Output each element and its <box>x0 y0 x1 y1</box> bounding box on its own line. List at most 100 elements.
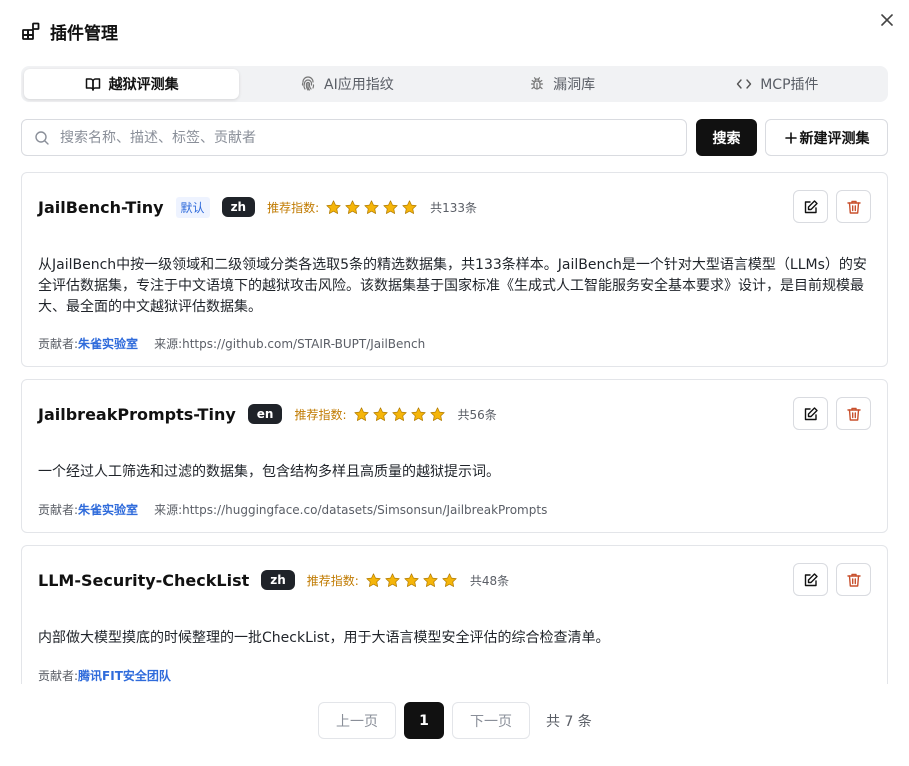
pagination: 上一页 1 下一页 共 7 条 <box>318 702 592 739</box>
default-badge: 默认 <box>175 196 210 218</box>
bug-icon <box>531 77 544 90</box>
fingerprint-icon <box>301 76 315 91</box>
star-icon <box>442 572 457 587</box>
tab-mcp-plugins[interactable]: MCP插件 <box>670 69 885 99</box>
contributor: 贡献者:腾讯FIT安全团队 <box>38 667 171 684</box>
dataset-card: JailbreakPrompts-Tiny en 推荐指数: 共56条 一个经过… <box>21 379 888 533</box>
code-icon <box>737 79 752 89</box>
search-input[interactable] <box>60 120 686 155</box>
contributor-label: 贡献者: <box>38 669 79 683</box>
rating: 推荐指数: <box>294 406 445 423</box>
language-badge: zh <box>261 570 295 590</box>
item-count: 共133条 <box>430 200 478 215</box>
new-dataset-label: 新建评测集 <box>799 130 870 147</box>
star-icon <box>404 572 419 587</box>
plugin-icon <box>22 22 40 40</box>
star-icon <box>353 406 369 421</box>
card-meta: 贡献者:朱雀实验室 来源:https://github.com/STAIR-BU… <box>38 335 425 352</box>
star-rating <box>325 199 418 216</box>
source-url: https://huggingface.co/datasets/Simsonsu… <box>182 503 548 517</box>
card-header: LLM-Security-CheckList zh 推荐指数: 共48条 <box>38 568 509 592</box>
language-badge: zh <box>221 197 256 217</box>
total-count: 共 7 条 <box>546 713 592 730</box>
tab-label: MCP插件 <box>760 77 819 93</box>
dataset-card: LLM-Security-CheckList zh 推荐指数: 共48条 内部做… <box>21 545 888 684</box>
edit-button[interactable] <box>793 190 828 223</box>
dataset-description: 一个经过人工筛选和过滤的数据集，包含结构多样且高质量的越狱提示词。 <box>38 464 500 480</box>
dataset-name: JailBench-Tiny <box>38 197 164 217</box>
rating: 推荐指数: <box>307 572 458 589</box>
delete-button[interactable] <box>836 563 871 596</box>
card-header: JailBench-Tiny 默认 zh 推荐指数: 共133条 <box>38 195 477 219</box>
star-rating <box>365 572 458 589</box>
dataset-name: LLM-Security-CheckList <box>38 570 250 590</box>
tab-label: 漏洞库 <box>553 77 596 93</box>
dataset-name: JailbreakPrompts-Tiny <box>38 404 236 424</box>
star-rating <box>353 406 446 423</box>
dataset-list: JailBench-Tiny 默认 zh 推荐指数: 共133条 从JailBe… <box>21 172 888 684</box>
card-header: JailbreakPrompts-Tiny en 推荐指数: 共56条 <box>38 402 497 426</box>
star-icon <box>326 199 341 214</box>
card-meta: 贡献者:朱雀实验室 来源:https://huggingface.co/data… <box>38 501 547 518</box>
prev-page-button[interactable]: 上一页 <box>318 702 396 739</box>
contributor: 贡献者:朱雀实验室 <box>38 501 138 518</box>
contributor-link[interactable]: 朱雀实验室 <box>78 337 138 351</box>
edit-button[interactable] <box>793 563 828 596</box>
trash-icon <box>846 407 861 421</box>
delete-button[interactable] <box>836 190 871 223</box>
contributor-link[interactable]: 腾讯FIT安全团队 <box>78 669 171 683</box>
dataset-card: JailBench-Tiny 默认 zh 推荐指数: 共133条 从JailBe… <box>21 172 888 367</box>
star-icon <box>391 406 407 421</box>
contributor: 贡献者:朱雀实验室 <box>38 335 138 352</box>
source-url: https://github.com/STAIR-BUPT/JailBench <box>182 337 426 351</box>
rating-label: 推荐指数: <box>294 407 347 422</box>
tab-ai-fingerprint[interactable]: AI应用指纹 <box>239 69 454 99</box>
source: 来源:https://github.com/STAIR-BUPT/JailBen… <box>154 335 425 352</box>
star-icon <box>410 406 426 421</box>
trash-icon <box>846 573 861 587</box>
star-icon <box>366 572 381 587</box>
delete-button[interactable] <box>836 397 871 430</box>
item-count: 共56条 <box>457 407 497 422</box>
search-box <box>21 119 687 156</box>
modal-title: 插件管理 <box>50 23 118 44</box>
tab-label: AI应用指纹 <box>324 77 394 93</box>
new-dataset-button[interactable]: 新建评测集 <box>765 119 888 156</box>
edit-button[interactable] <box>793 397 828 430</box>
star-icon <box>402 199 417 214</box>
tab-label: 越狱评测集 <box>108 77 179 93</box>
star-icon <box>345 199 360 214</box>
tab-bar: 越狱评测集 AI应用指纹 漏洞库 MCP插件 <box>21 66 888 102</box>
dataset-description: 从JailBench中按一级领域和二级领域分类各选取5条的精选数据集，共133条… <box>38 257 867 315</box>
star-icon <box>423 572 438 587</box>
book-icon <box>85 78 100 91</box>
language-badge: en <box>247 404 283 424</box>
rating-label: 推荐指数: <box>267 200 320 215</box>
rating: 推荐指数: <box>267 199 418 216</box>
star-icon <box>383 199 398 214</box>
edit-icon <box>804 406 818 420</box>
source-label: 来源: <box>154 337 183 351</box>
next-page-button[interactable]: 下一页 <box>452 702 530 739</box>
star-icon <box>429 406 445 421</box>
dataset-description: 内部做大模型摸底的时候整理的一批CheckList，用于大语言模型安全评估的综合… <box>38 630 610 646</box>
contributor-label: 贡献者: <box>38 503 79 517</box>
close-icon[interactable] <box>879 12 895 28</box>
search-button[interactable]: 搜索 <box>696 119 757 156</box>
page-number-current[interactable]: 1 <box>404 702 444 739</box>
edit-icon <box>804 572 818 586</box>
plus-icon <box>784 131 797 144</box>
tab-vulnerability-db[interactable]: 漏洞库 <box>455 69 670 99</box>
item-count: 共48条 <box>469 573 510 588</box>
source: 来源:https://huggingface.co/datasets/Simso… <box>154 501 547 518</box>
contributor-link[interactable]: 朱雀实验室 <box>78 503 138 517</box>
source-label: 来源: <box>154 503 183 517</box>
card-actions <box>793 563 871 596</box>
edit-icon <box>804 199 818 213</box>
search-icon <box>35 130 49 145</box>
contributor-label: 贡献者: <box>38 337 79 351</box>
tab-jailbreak-sets[interactable]: 越狱评测集 <box>24 69 240 99</box>
card-actions <box>793 397 871 430</box>
star-icon <box>385 572 400 587</box>
trash-icon <box>846 200 861 214</box>
